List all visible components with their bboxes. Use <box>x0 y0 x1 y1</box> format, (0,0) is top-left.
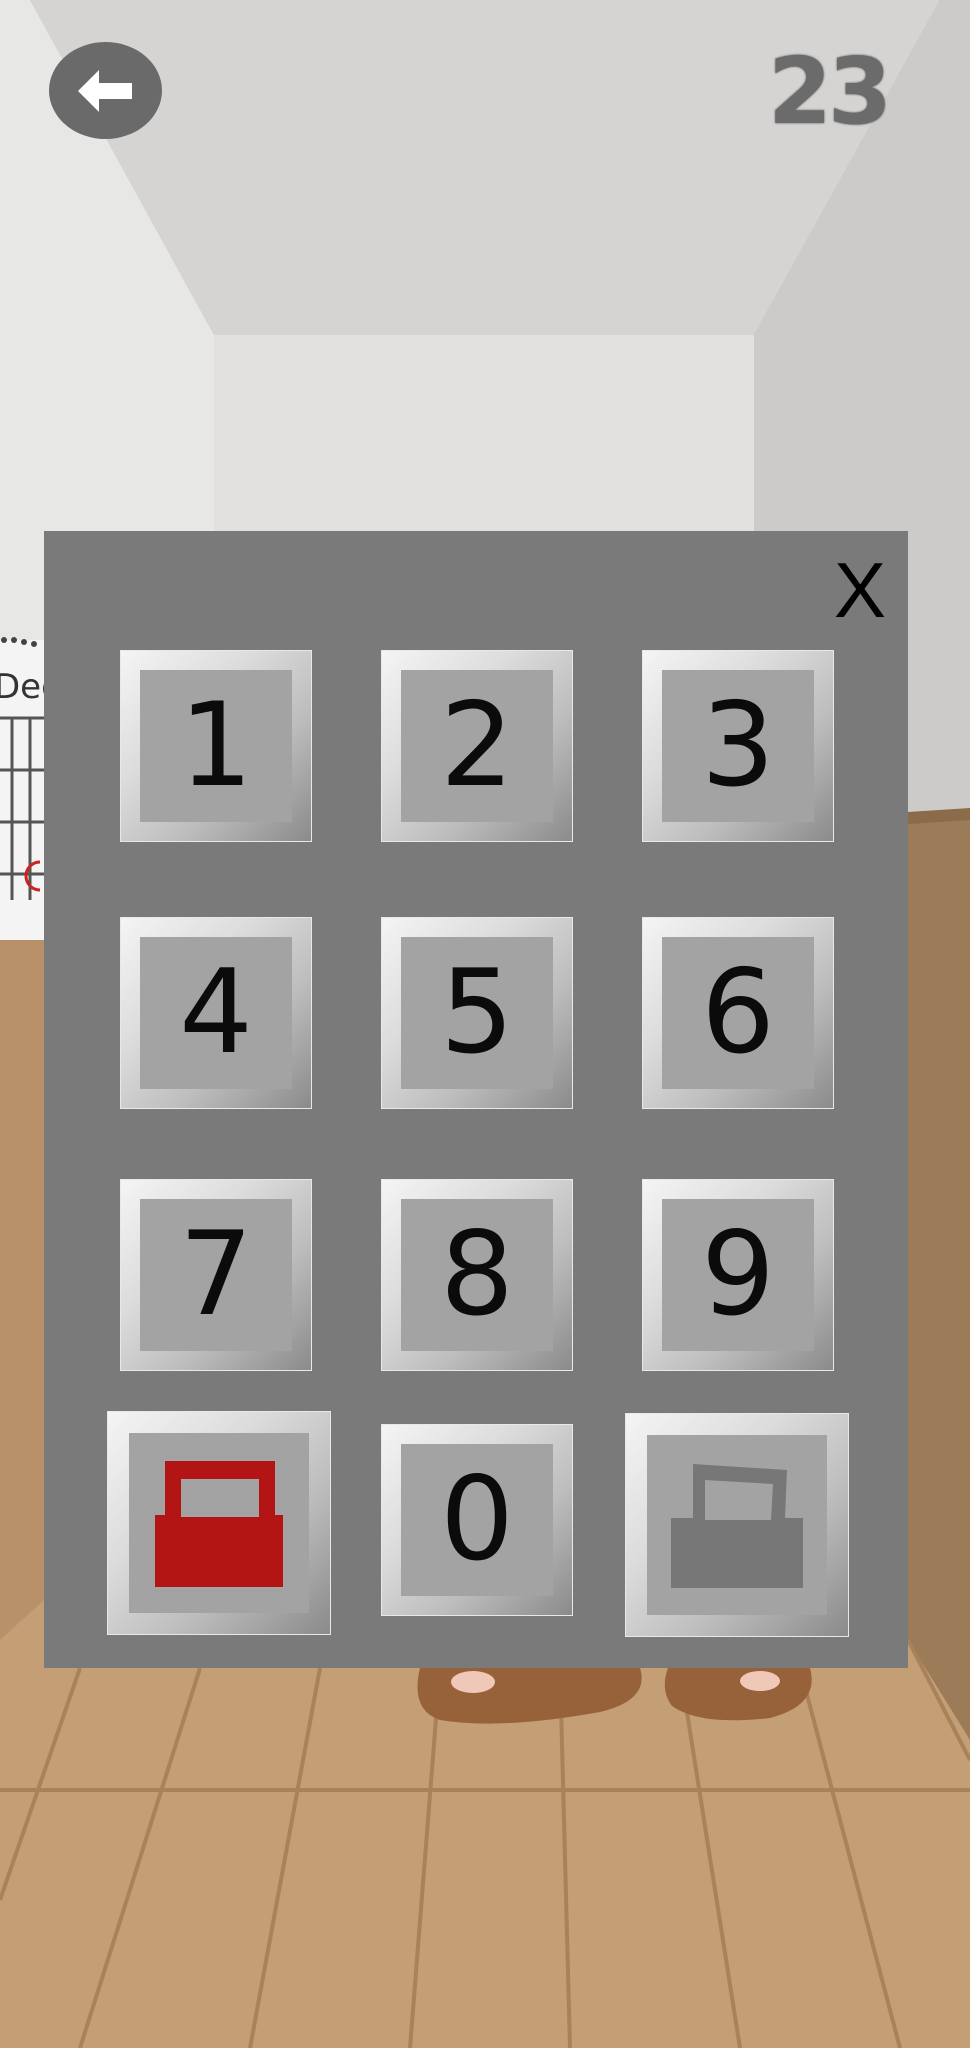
right-cabinet <box>908 812 970 1740</box>
key-6[interactable]: 6 <box>642 917 834 1109</box>
keypad-panel: X 1 2 3 4 5 6 7 8 9 0 <box>44 531 908 1668</box>
key-3[interactable]: 3 <box>642 650 834 842</box>
key-label: 2 <box>440 678 514 813</box>
close-button[interactable]: X <box>834 551 886 629</box>
key-label: 4 <box>179 945 253 1080</box>
key-9[interactable]: 9 <box>642 1179 834 1371</box>
enter-button[interactable] <box>625 1413 849 1637</box>
key-label: 5 <box>440 945 514 1080</box>
key-8[interactable]: 8 <box>381 1179 573 1371</box>
key-label: 0 <box>440 1452 514 1587</box>
key-7[interactable]: 7 <box>120 1179 312 1371</box>
delete-button[interactable] <box>107 1411 331 1635</box>
red-toolbox-icon <box>155 1461 283 1587</box>
level-number: 23 <box>767 38 892 145</box>
key-2[interactable]: 2 <box>381 650 573 842</box>
left-floor-edge <box>0 918 44 1640</box>
key-label: 9 <box>701 1207 775 1342</box>
key-label: 7 <box>179 1207 253 1342</box>
key-1[interactable]: 1 <box>120 650 312 842</box>
key-4[interactable]: 4 <box>120 917 312 1109</box>
key-0[interactable]: 0 <box>381 1424 573 1616</box>
key-label: 6 <box>701 945 775 1080</box>
key-label: 3 <box>701 678 775 813</box>
back-button[interactable] <box>49 42 162 139</box>
gray-toolbox-icon <box>671 1464 803 1588</box>
back-arrow-icon <box>77 69 132 112</box>
key-label: 8 <box>440 1207 514 1342</box>
key-label: 1 <box>179 678 253 813</box>
key-5[interactable]: 5 <box>381 917 573 1109</box>
